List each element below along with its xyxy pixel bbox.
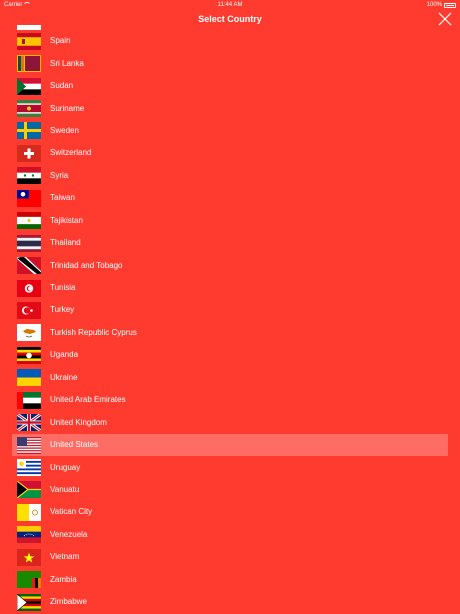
turkey-flag-icon xyxy=(17,301,41,319)
country-name: Spain xyxy=(50,36,71,46)
tajikistan-flag-icon xyxy=(17,212,41,230)
zambia-flag-icon xyxy=(17,571,41,589)
country-row-venezuela[interactable]: Venezuela xyxy=(0,524,460,546)
suriname-flag-icon xyxy=(17,100,41,117)
taiwan-flag-icon xyxy=(17,189,41,207)
country-row-taiwan[interactable]: Taiwan xyxy=(0,187,460,209)
country-row-vietnam[interactable]: Vietnam xyxy=(0,546,460,568)
country-row-syria[interactable]: Syria xyxy=(0,165,460,187)
country-row-sweden[interactable]: Sweden xyxy=(0,120,460,142)
country-name: Ukraine xyxy=(50,372,78,382)
country-name: United States xyxy=(50,440,99,450)
page-title: Select Country xyxy=(198,14,262,24)
country-name: Thailand xyxy=(50,238,81,248)
country-row-tunisia[interactable]: Tunisia xyxy=(0,277,460,299)
country-name: Switzerland xyxy=(50,148,92,158)
sudan-flag-icon xyxy=(17,77,41,95)
country-row-sudan[interactable]: Sudan xyxy=(0,75,460,97)
trinidad-flag-icon xyxy=(17,257,41,275)
country-row-uruguay[interactable]: Uruguay xyxy=(0,456,460,478)
country-row-uk[interactable]: United Kingdom xyxy=(0,411,460,433)
switzerland-flag-icon xyxy=(17,144,41,162)
country-name: Sweden xyxy=(50,125,79,135)
country-row-thailand[interactable]: Thailand xyxy=(0,232,460,254)
country-name: Taiwan xyxy=(50,193,75,203)
country-row-vanuatu[interactable]: Vanuatu xyxy=(0,479,460,501)
country-row-usa[interactable]: United States xyxy=(0,433,460,457)
country-name: Zimbabwe xyxy=(50,597,87,607)
country-row-suriname[interactable]: Suriname xyxy=(0,97,460,119)
syria-flag-icon xyxy=(17,167,41,185)
country-name: United Arab Emirates xyxy=(50,395,126,405)
country-name: Uganda xyxy=(50,350,79,360)
thailand-flag-icon xyxy=(17,234,41,252)
country-row-switzerland[interactable]: Switzerland xyxy=(0,142,460,164)
country-name: Trinidad and Tobago xyxy=(50,260,123,270)
country-name: Turkish Republic Cyprus xyxy=(50,327,137,337)
battery-indicator: 100% xyxy=(427,0,456,10)
country-row-uganda[interactable]: Uganda xyxy=(0,344,460,366)
country-row-cyprus[interactable]: Turkish Republic Cyprus xyxy=(0,322,460,344)
uae-flag-icon xyxy=(17,391,41,409)
uganda-flag-icon xyxy=(17,346,41,364)
country-row-zimbabwe[interactable]: Zimbabwe xyxy=(0,591,460,613)
country-row-trinidad[interactable]: Trinidad and Tobago xyxy=(0,254,460,276)
country-name: Uruguay xyxy=(50,462,81,472)
uruguay-flag-icon xyxy=(17,459,41,476)
country-name: Venezuela xyxy=(50,529,88,539)
zimbabwe-flag-icon xyxy=(17,593,41,611)
ukraine-flag-icon xyxy=(17,369,41,387)
usa-flag-icon xyxy=(17,436,41,454)
nav-bar: Select Country xyxy=(0,10,460,28)
tunisia-flag-icon xyxy=(17,279,41,297)
country-list: Spain Sri Lanka Sudan Suriname Sweden Switzer… xyxy=(0,30,460,613)
country-name: Sri Lanka xyxy=(50,58,84,68)
country-row-zambia[interactable]: Zambia xyxy=(0,569,460,591)
cyprus-flag-icon xyxy=(17,324,41,342)
country-name: Turkey xyxy=(50,305,75,315)
srilanka-flag-icon xyxy=(17,55,41,73)
venezuela-flag-icon xyxy=(17,526,41,544)
country-row-tajikistan[interactable]: Tajikistan xyxy=(0,210,460,232)
spain-flag-icon xyxy=(17,32,41,50)
country-name: Vanuatu xyxy=(50,484,80,494)
country-name: United Kingdom xyxy=(50,417,107,427)
sweden-flag-icon xyxy=(17,122,41,140)
country-name: Suriname xyxy=(50,103,85,113)
country-name: Vatican City xyxy=(50,507,93,517)
country-row-spain[interactable]: Spain xyxy=(0,30,460,52)
country-name: Sudan xyxy=(50,81,74,91)
country-row-vatican[interactable]: Vatican City xyxy=(0,501,460,523)
country-row-ukraine[interactable]: Ukraine xyxy=(0,367,460,389)
country-row-turkey[interactable]: Turkey xyxy=(0,299,460,321)
country-name: Vietnam xyxy=(50,552,80,562)
close-icon xyxy=(438,12,452,26)
battery-percent: 100% xyxy=(426,2,442,8)
vatican-flag-icon xyxy=(17,503,41,521)
status-time: 11:44 AM xyxy=(217,2,243,8)
country-name: Tunisia xyxy=(50,283,76,293)
country-name: Tajikistan xyxy=(50,215,83,225)
status-bar: Carrier 11:44 AM 100% xyxy=(0,0,460,10)
close-button[interactable] xyxy=(438,12,452,26)
uk-flag-icon xyxy=(17,414,41,432)
country-name: Syria xyxy=(50,170,69,180)
country-row-uae[interactable]: United Arab Emirates xyxy=(0,389,460,411)
country-row-srilanka[interactable]: Sri Lanka xyxy=(0,52,460,74)
battery-icon xyxy=(444,2,456,8)
vietnam-flag-icon xyxy=(17,548,41,566)
country-name: Zambia xyxy=(50,574,77,584)
vanuatu-flag-icon xyxy=(17,481,41,499)
